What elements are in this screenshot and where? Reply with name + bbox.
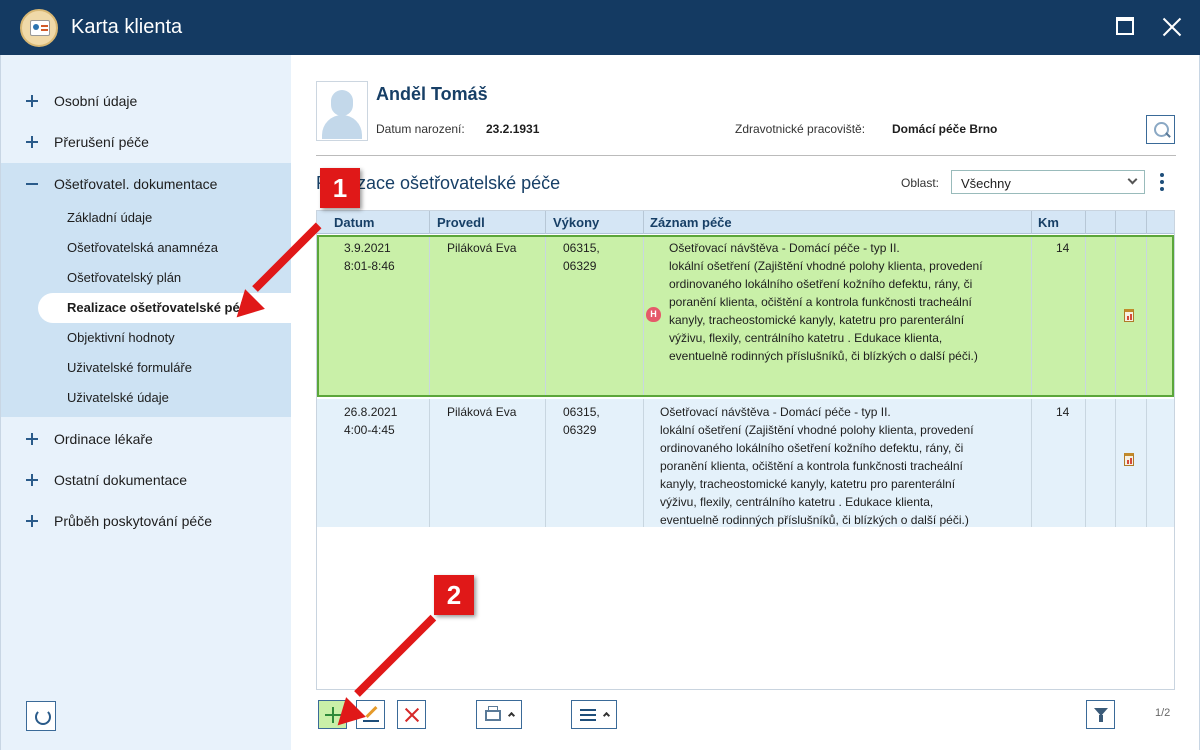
record-line: eventuelně rodinných příslušníků, či blí… [669,349,978,363]
row-by: Piláková Eva [447,241,517,255]
minus-icon [26,178,38,190]
chevron-up-icon [507,711,516,720]
sidebar-item-label: Ošetřovatel. dokumentace [54,175,218,192]
client-card-icon [20,9,58,47]
dob-value: 23.2.1931 [486,122,540,136]
row-date: 26.8.2021 [344,405,398,419]
record-line: ordinovaného lokálního ošetření kožního … [660,441,964,455]
clipboard-chart-icon[interactable] [1124,309,1134,322]
sidebar-subitem-user-forms[interactable]: Uživatelské formuláře [1,353,292,383]
row-km: 14 [1056,405,1070,419]
table-row[interactable]: 26.8.2021 4:00-4:45 Piláková Eva 06315, … [317,399,1174,527]
sidebar-subitem-label: Uživatelské formuláře [67,360,192,375]
divider [316,155,1176,156]
more-options-icon[interactable] [1160,173,1164,191]
column-header-by[interactable]: Provedl [437,215,485,230]
dob-label: Datum narození: [376,122,465,136]
sidebar-subitem-label: Ošetřovatelská anamnéza [67,240,219,255]
chevron-down-icon [1127,174,1138,185]
heart-h-icon: H [646,307,661,322]
column-header-date[interactable]: Datum [334,215,374,230]
patient-avatar [316,81,368,141]
row-code: 06315, [563,405,600,419]
record-line: Ošetřovací návštěva - Domácí péče - typ … [660,405,891,419]
record-line: kanyly, tracheostomické kanyly, katetru … [669,313,965,327]
sidebar-subitem-label: Základní údaje [67,210,153,225]
print-button[interactable] [476,700,522,729]
nursing-docs-panel: Ošetřovatel. dokumentace Základní údaje … [1,163,292,417]
row-code: 06315, [563,241,600,255]
search-icon[interactable] [1146,115,1175,144]
record-line: kanyly, tracheostomické kanyly, katetru … [660,477,956,491]
record-line: eventuelně rodinných příslušníků, či blí… [660,513,969,527]
care-records-table: Datum Provedl Výkony Záznam péče Km 3.9.… [316,210,1175,690]
row-by: Piláková Eva [447,405,517,419]
plus-icon [26,94,38,107]
table-header: Datum Provedl Výkony Záznam péče Km [317,211,1174,234]
title-bar: Karta klienta [0,0,1200,55]
patient-name: Anděl Tomáš [376,84,488,104]
area-select-value: Všechny [961,176,1011,191]
main-panel: Anděl Tomáš Datum narození: 23.2.1931 Zd… [291,55,1200,750]
row-time: 8:01-8:46 [344,259,395,273]
column-header-codes[interactable]: Výkony [553,215,599,230]
record-line: lokální ošetření (Zajištění vhodné poloh… [660,423,974,437]
row-time: 4:00-4:45 [344,423,395,437]
refresh-button[interactable] [26,701,56,731]
sidebar-subitem-objective-values[interactable]: Objektivní hodnoty [1,323,292,353]
table-row[interactable]: 3.9.2021 8:01-8:46 Piláková Eva 06315, 0… [317,235,1174,397]
close-icon[interactable] [1162,17,1182,37]
sidebar-item-doctor-office[interactable]: Ordinace lékaře [1,418,292,459]
sidebar-subitem-basic[interactable]: Základní údaje [1,203,292,233]
maximize-icon[interactable] [1116,17,1134,35]
annotation-badge-1: 1 [320,168,360,208]
plus-icon [26,432,38,445]
record-line: Ošetřovací návštěva - Domácí péče - typ … [669,241,900,255]
record-line: poranění klienta, očištění a kontrola fu… [660,459,963,473]
sidebar-item-label: Průběh poskytování péče [54,512,212,529]
sidebar: Osobní údaje Přerušení péče Ošetřovatel.… [0,55,292,750]
sidebar-item-label: Přerušení péče [54,133,149,150]
sidebar-subitem-label: Uživatelské údaje [67,390,169,405]
sidebar-subitem-label: Objektivní hodnoty [67,330,175,345]
sidebar-subitem-plan[interactable]: Ošetřovatelský plán [1,263,292,293]
sidebar-item-label: Ordinace lékaře [54,430,153,447]
sidebar-item-care-progress[interactable]: Průběh poskytování péče [1,500,292,541]
plus-icon [26,473,38,486]
page-indicator: 1/2 [1155,707,1171,719]
sidebar-item-nursing-docs[interactable]: Ošetřovatel. dokumentace [1,163,292,204]
record-line: výživu, flexily, centrálního katetru . E… [669,331,943,345]
area-label: Oblast: [901,176,940,190]
workplace-value: Domácí péče Brno [892,122,998,136]
record-line: výživu, flexily, centrálního katetru . E… [660,495,934,509]
record-line: poranění klienta, očištění a kontrola fu… [669,295,972,309]
filter-button[interactable] [1086,700,1115,729]
menu-button[interactable] [571,700,617,729]
record-line: ordinovaného lokálního ošetření kožního … [669,277,973,291]
clipboard-chart-icon[interactable] [1124,453,1134,466]
row-km: 14 [1056,241,1070,255]
column-header-km[interactable]: Km [1038,215,1059,230]
chevron-up-icon [602,711,611,720]
sidebar-item-interruption[interactable]: Přerušení péče [1,121,292,162]
row-code: 06329 [563,259,597,273]
plus-icon [26,514,38,527]
sidebar-subitem-label: Ošetřovatelský plán [67,270,182,285]
sidebar-subitem-anamnesis[interactable]: Ošetřovatelská anamnéza [1,233,292,263]
sidebar-item-other-docs[interactable]: Ostatní dokumentace [1,459,292,500]
sidebar-subitem-user-data[interactable]: Uživatelské údaje [1,383,292,413]
area-select[interactable]: Všechny [951,170,1145,194]
row-code: 06329 [563,423,597,437]
workplace-label: Zdravotnické pracoviště: [735,122,866,136]
column-header-record[interactable]: Záznam péče [650,215,732,230]
window-title: Karta klienta [71,16,183,38]
sidebar-item-label: Ostatní dokumentace [54,471,188,488]
sidebar-item-label: Osobní údaje [54,92,138,109]
sidebar-item-personal[interactable]: Osobní údaje [1,80,292,121]
record-line: lokální ošetření (Zajištění vhodné poloh… [669,259,983,273]
delete-button[interactable] [397,700,426,729]
row-date: 3.9.2021 [344,241,391,255]
plus-icon [26,135,38,148]
annotation-badge-2: 2 [434,575,474,615]
